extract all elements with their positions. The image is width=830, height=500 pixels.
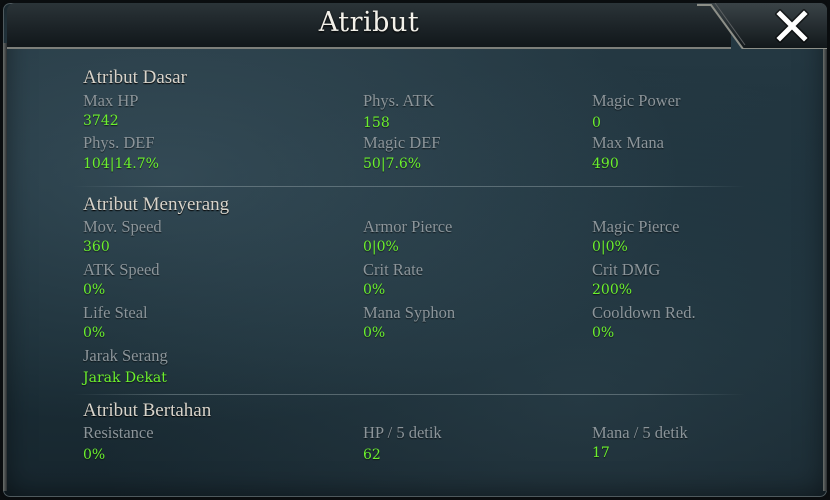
close-button[interactable] xyxy=(774,8,810,44)
stat-label-atk-speed: ATK Speed xyxy=(83,260,160,279)
stat-value-magic-pierce: 0|0% xyxy=(592,239,628,255)
section-title-bertahan: Atribut Bertahan xyxy=(83,400,212,421)
stat-label-phys-def: Phys. DEF xyxy=(83,133,155,152)
stat-value-resistance: 0% xyxy=(83,447,106,463)
stat-value-cooldown-red: 0% xyxy=(592,325,615,341)
stat-label-max-mana: Max Mana xyxy=(592,133,664,152)
stat-value-mana-syphon: 0% xyxy=(363,325,386,341)
attribute-panel: Atribut Atribut Dasar Max HP 3742 Phys. … xyxy=(0,0,830,500)
stat-value-phys-def: 104|14.7% xyxy=(83,156,159,172)
stat-label-mov-speed: Mov. Speed xyxy=(83,217,162,236)
section-divider xyxy=(73,394,745,395)
stat-value-mana-regen: 17 xyxy=(592,445,610,461)
stat-label-phys-atk: Phys. ATK xyxy=(363,91,435,110)
stat-value-phys-atk: 158 xyxy=(363,115,390,131)
stat-value-crit-rate: 0% xyxy=(363,282,386,298)
stat-label-max-hp: Max HP xyxy=(83,91,139,110)
section-title-menyerang: Atribut Menyerang xyxy=(83,194,230,215)
close-area xyxy=(697,3,827,49)
section-title-dasar: Atribut Dasar xyxy=(83,67,187,88)
stat-value-mov-speed: 360 xyxy=(83,239,110,255)
stat-label-life-steal: Life Steal xyxy=(83,303,148,322)
stat-label-mana-regen: Mana / 5 detik xyxy=(592,423,688,442)
stat-label-magic-def: Magic DEF xyxy=(363,133,441,152)
stat-value-atk-speed: 0% xyxy=(83,282,106,298)
stat-label-magic-power: Magic Power xyxy=(592,91,681,110)
stat-label-cooldown-red: Cooldown Red. xyxy=(592,303,696,322)
stat-label-crit-rate: Crit Rate xyxy=(363,260,424,279)
section-divider xyxy=(73,186,745,187)
stat-value-crit-dmg: 200% xyxy=(592,282,633,298)
stat-value-max-hp: 3742 xyxy=(83,113,119,129)
stat-value-hp-regen: 62 xyxy=(363,447,381,463)
stat-value-magic-def: 50|7.6% xyxy=(363,156,422,172)
stat-label-crit-dmg: Crit DMG xyxy=(592,260,661,279)
stat-value-jarak-serang: Jarak Dekat xyxy=(83,370,167,386)
stat-value-life-steal: 0% xyxy=(83,325,106,341)
stat-label-mana-syphon: Mana Syphon xyxy=(363,303,456,322)
window-title: Atribut xyxy=(318,7,420,38)
stat-label-jarak-serang: Jarak Serang xyxy=(83,346,168,365)
stat-value-magic-power: 0 xyxy=(592,115,601,131)
stat-value-max-mana: 490 xyxy=(592,156,619,172)
stat-label-hp-regen: HP / 5 detik xyxy=(363,423,442,442)
stat-label-armor-pierce: Armor Pierce xyxy=(363,217,453,236)
panel-right-trim xyxy=(823,43,827,491)
panel-left-trim xyxy=(3,43,7,491)
stat-label-magic-pierce: Magic Pierce xyxy=(592,217,680,236)
close-icon xyxy=(774,8,810,44)
stat-label-resistance: Resistance xyxy=(83,423,154,442)
stat-value-armor-pierce: 0|0% xyxy=(363,239,399,255)
